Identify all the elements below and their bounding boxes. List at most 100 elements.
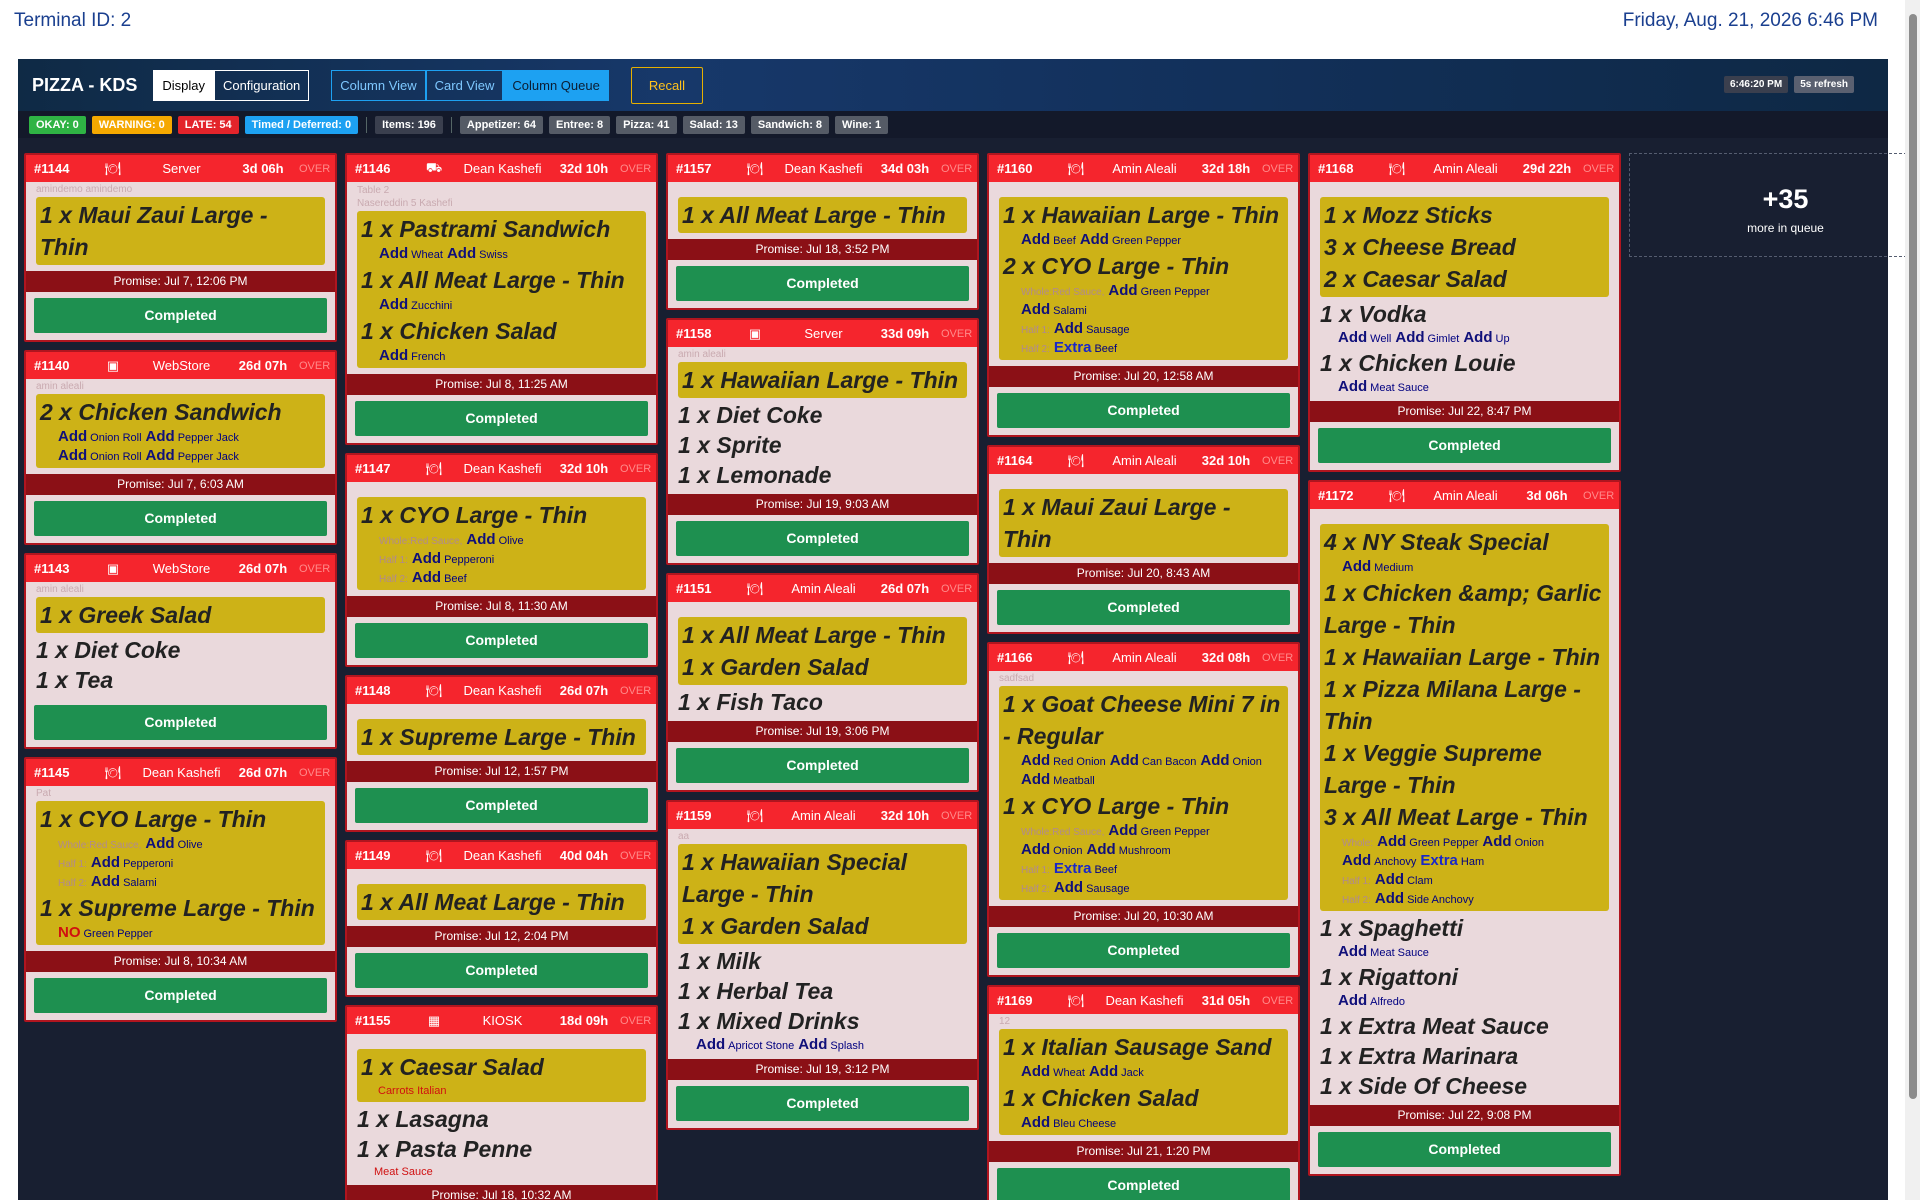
order-ticket[interactable]: #1144 🍽 Server 3d 06h OVER amindemo amindemo 1… — [24, 153, 337, 342]
order-item[interactable]: 1 x CYO Large - Thin — [1003, 790, 1284, 822]
order-item[interactable]: 1 x All Meat Large - Thin — [361, 264, 642, 296]
order-ticket[interactable]: #1145 🍽 Dean Kashefi 26d 07h OVER Pat 1 x CYO … — [24, 757, 337, 1022]
order-item[interactable]: 1 x Hawaiian Large - Thin — [1003, 199, 1284, 231]
order-item[interactable]: 1 x Chicken Salad — [1003, 1082, 1284, 1114]
order-item[interactable]: 2 x Chicken Sandwich — [40, 396, 321, 428]
order-item[interactable]: 1 x Extra Marinara — [1320, 1041, 1609, 1071]
completed-button[interactable]: Completed — [34, 298, 327, 333]
column-view-button[interactable]: Column View — [331, 69, 426, 101]
order-item[interactable]: 1 x Vodka — [1320, 299, 1609, 329]
order-item[interactable]: 1 x All Meat Large - Thin — [361, 886, 642, 918]
order-item[interactable]: 1 x CYO Large - Thin — [40, 803, 321, 835]
order-ticket[interactable]: #1158 ▣ Server 33d 09h OVER amin aleali 1 x Ha… — [666, 318, 979, 565]
page-scrollbar[interactable] — [1905, 0, 1920, 1200]
order-item[interactable]: 1 x Side Of Cheese — [1320, 1071, 1609, 1101]
order-ticket[interactable]: #1166 🍽 Amin Aleali 32d 08h OVER sadfsad 1 x G… — [987, 642, 1300, 977]
order-item[interactable]: 1 x Supreme Large - Thin — [40, 892, 321, 924]
order-ticket[interactable]: #1172 🍽 Amin Aleali 3d 06h OVER 4 x NY Steak … — [1308, 480, 1621, 1176]
order-ticket[interactable]: #1169 🍽 Dean Kashefi 31d 05h OVER 12 1 x Itali… — [987, 985, 1300, 1200]
completed-button[interactable]: Completed — [997, 1168, 1290, 1200]
column-queue-button[interactable]: Column Queue — [503, 69, 609, 101]
order-item[interactable]: 1 x Milk — [678, 946, 967, 976]
order-item[interactable]: 1 x Chicken &amp; Garlic Large - Thin — [1324, 577, 1605, 641]
order-item[interactable]: 1 x Pizza Milana Large - Thin — [1324, 673, 1605, 737]
completed-button[interactable]: Completed — [1318, 1132, 1611, 1167]
order-item[interactable]: 1 x Pastrami Sandwich — [361, 213, 642, 245]
completed-button[interactable]: Completed — [34, 501, 327, 536]
order-item[interactable]: 1 x Caesar Salad — [361, 1051, 642, 1083]
order-item[interactable]: 1 x Rigattoni — [1320, 962, 1609, 992]
completed-button[interactable]: Completed — [1318, 428, 1611, 463]
modifier-value: Bleu Cheese — [1053, 1118, 1117, 1130]
order-item[interactable]: 1 x Hawaiian Large - Thin — [1324, 641, 1605, 673]
order-ticket[interactable]: #1146 ⛟ Dean Kashefi 32d 10h OVER Table 2 Nase… — [345, 153, 658, 445]
completed-button[interactable]: Completed — [34, 705, 327, 740]
order-item[interactable]: 3 x All Meat Large - Thin — [1324, 801, 1605, 833]
order-ticket[interactable]: #1151 🍽 Amin Aleali 26d 07h OVER 1 x All Meat… — [666, 573, 979, 792]
completed-button[interactable]: Completed — [997, 393, 1290, 428]
order-ticket[interactable]: #1157 🍽 Dean Kashefi 34d 03h OVER 1 x All Mea… — [666, 153, 979, 310]
order-ticket[interactable]: #1148 🍽 Dean Kashefi 26d 07h OVER 1 x Supreme… — [345, 675, 658, 832]
order-item[interactable]: 1 x All Meat Large - Thin — [682, 619, 963, 651]
order-ticket[interactable]: #1155 ▦ KIOSK 18d 09h OVER 1 x Caesar Salad Ca… — [345, 1005, 658, 1200]
order-item[interactable]: 1 x Supreme Large - Thin — [361, 721, 642, 753]
order-item[interactable]: 1 x Garden Salad — [682, 651, 963, 683]
order-item[interactable]: 1 x Italian Sausage Sand — [1003, 1031, 1284, 1063]
order-ticket[interactable]: #1147 🍽 Dean Kashefi 32d 10h OVER 1 x CYO Lar… — [345, 453, 658, 667]
completed-button[interactable]: Completed — [997, 933, 1290, 968]
order-ticket[interactable]: #1149 🍽 Dean Kashefi 40d 04h OVER 1 x All Mea… — [345, 840, 658, 997]
server-name: Server — [804, 326, 843, 341]
completed-button[interactable]: Completed — [355, 953, 648, 988]
order-item[interactable]: 1 x CYO Large - Thin — [361, 499, 642, 531]
order-ticket[interactable]: #1160 🍽 Amin Aleali 32d 18h OVER 1 x Hawaiian… — [987, 153, 1300, 437]
order-item[interactable]: 1 x Extra Meat Sauce — [1320, 1011, 1609, 1041]
more-in-queue[interactable]: +35 more in queue — [1629, 153, 1920, 257]
order-item[interactable]: 1 x Tea — [36, 665, 325, 695]
completed-button[interactable]: Completed — [34, 978, 327, 1013]
completed-button[interactable]: Completed — [355, 623, 648, 658]
order-item[interactable]: 1 x Spaghetti — [1320, 913, 1609, 943]
order-item[interactable]: 1 x Diet Coke — [678, 400, 967, 430]
scrollbar-thumb[interactable] — [1909, 14, 1917, 1099]
order-item[interactable]: 1 x Sprite — [678, 430, 967, 460]
order-item[interactable]: 1 x Goat Cheese Mini 7 in - Regular — [1003, 688, 1284, 752]
card-view-button[interactable]: Card View — [425, 69, 504, 101]
order-item[interactable]: 2 x CYO Large - Thin — [1003, 250, 1284, 282]
completed-button[interactable]: Completed — [355, 401, 648, 436]
order-item[interactable]: 1 x Lemonade — [678, 460, 967, 490]
display-tab[interactable]: Display — [153, 69, 214, 101]
configuration-tab[interactable]: Configuration — [213, 69, 310, 101]
order-ticket[interactable]: #1168 🍽 Amin Aleali 29d 22h OVER 1 x Mozz Sti… — [1308, 153, 1621, 472]
order-item[interactable]: 1 x All Meat Large - Thin — [682, 199, 963, 231]
order-item[interactable]: 1 x Maui Zaui Large - Thin — [40, 199, 321, 263]
order-ticket[interactable]: #1143 ▣ WebStore 26d 07h OVER amin aleali 1 x … — [24, 553, 337, 749]
order-item[interactable]: 1 x Garden Salad — [682, 910, 963, 942]
order-item[interactable]: 1 x Pasta Penne — [357, 1134, 646, 1164]
completed-button[interactable]: Completed — [676, 748, 969, 783]
order-ticket[interactable]: #1159 🍽 Amin Aleali 32d 10h OVER aa 1 x Hawaii… — [666, 800, 979, 1130]
order-item[interactable]: 1 x Hawaiian Large - Thin — [682, 364, 963, 396]
order-item[interactable]: 2 x Caesar Salad — [1324, 263, 1605, 295]
order-item[interactable]: 3 x Cheese Bread — [1324, 231, 1605, 263]
recall-button[interactable]: Recall — [630, 66, 703, 104]
completed-button[interactable]: Completed — [676, 266, 969, 301]
order-item[interactable]: 1 x Maui Zaui Large - Thin — [1003, 491, 1284, 555]
order-item[interactable]: 1 x Veggie Supreme Large - Thin — [1324, 737, 1605, 801]
order-item[interactable]: 1 x Greek Salad — [40, 599, 321, 631]
order-item[interactable]: 1 x Mozz Sticks — [1324, 199, 1605, 231]
completed-button[interactable]: Completed — [355, 788, 648, 823]
order-item[interactable]: 1 x Chicken Louie — [1320, 348, 1609, 378]
order-item[interactable]: 1 x Mixed Drinks — [678, 1006, 967, 1036]
order-item[interactable]: 1 x Chicken Salad — [361, 315, 642, 347]
completed-button[interactable]: Completed — [676, 521, 969, 556]
order-item[interactable]: 1 x Herbal Tea — [678, 976, 967, 1006]
order-ticket[interactable]: #1140 ▣ WebStore 26d 07h OVER amin aleali 2 x … — [24, 350, 337, 545]
order-item[interactable]: 1 x Hawaiian Special Large - Thin — [682, 846, 963, 910]
order-item[interactable]: 1 x Diet Coke — [36, 635, 325, 665]
order-item[interactable]: 1 x Lasagna — [357, 1104, 646, 1134]
completed-button[interactable]: Completed — [997, 590, 1290, 625]
order-ticket[interactable]: #1164 🍽 Amin Aleali 32d 10h OVER 1 x Maui Zau… — [987, 445, 1300, 634]
order-item[interactable]: 1 x Fish Taco — [678, 687, 967, 717]
completed-button[interactable]: Completed — [676, 1086, 969, 1121]
order-item[interactable]: 4 x NY Steak Special — [1324, 526, 1605, 558]
